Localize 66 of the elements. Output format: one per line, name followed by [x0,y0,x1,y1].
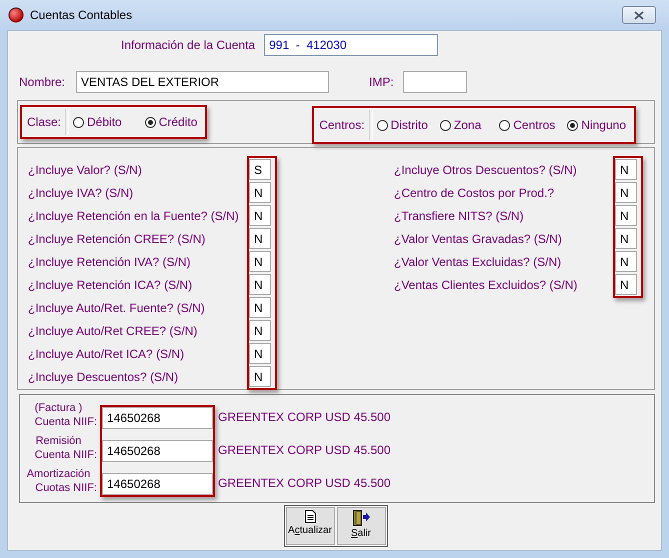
update-button[interactable]: Actualizar [286,507,334,545]
flag-label: ¿Incluye Auto/Ret ICA? (S/N) [28,346,184,360]
flag-field[interactable]: N [249,343,271,364]
niif-label: Cuenta NIIF: [34,414,97,428]
door-arrow-icon [352,510,370,526]
flag-label: ¿Incluye Otros Descuentos? (S/N) [394,162,577,176]
flag-field[interactable]: N [249,251,271,272]
imp-field[interactable] [402,71,467,93]
flag-label: ¿Incluye IVA? (S/N) [28,186,134,200]
flag-label: ¿Incluye Valor? (S/N) [28,162,142,176]
flag-label: ¿Incluye Retención en la Fuente? (S/N) [28,208,239,222]
flag-field[interactable]: N [615,228,637,249]
flag-label: ¿Incluye Retención IVA? (S/N) [28,254,191,268]
account-description: GREENTEX CORP USD 45.500 [218,410,391,424]
account-label: Información de la Cuenta [121,38,256,52]
flag-field[interactable]: N [249,297,271,318]
radio-option[interactable]: Distrito [376,118,428,132]
niif-label: (Factura ) [34,400,82,414]
flag-field[interactable]: N [249,320,271,341]
flag-field[interactable]: N [249,228,271,249]
flag-field[interactable]: N [249,182,271,203]
flag-label: ¿Incluye Retención CREE? (S/N) [28,232,206,246]
flag-field[interactable]: N [249,366,271,387]
radio-option[interactable]: Ninguno [567,118,626,132]
flag-label: ¿Incluye Descuentos? (S/N) [28,370,178,384]
niif-label: Amortización [26,466,90,480]
radio-option[interactable]: Centros [499,118,556,132]
flag-label: ¿Incluye Auto/Ret. Fuente? (S/N) [28,300,205,314]
flag-label: ¿Transfiere NITS? (S/N) [394,208,524,222]
radio-option[interactable]: Crédito [144,115,198,129]
flag-field[interactable]: N [615,251,637,272]
niif-label: Cuotas NIIF: [35,480,97,494]
flag-field[interactable]: N [249,205,271,226]
group-label: Centros: [319,118,365,132]
document-icon [304,510,316,523]
account-field[interactable]: 991 - 412030 [264,34,438,56]
flag-label: ¿Incluye Retención ICA? (S/N) [28,278,192,292]
flag-label: ¿Centro de Costos por Prod.? [394,186,554,200]
flag-label: ¿Incluye Auto/Ret CREE? (S/N) [28,324,198,338]
group-label: Clase: [27,115,62,129]
account-description: GREENTEX CORP USD 45.500 [218,442,391,456]
flag-label: ¿Valor Ventas Excluidas? (S/N) [394,254,562,268]
flag-field[interactable]: N [615,274,637,295]
niif-account-field[interactable]: 14650268 [102,407,213,429]
close-icon [634,10,644,20]
account-description: GREENTEX CORP USD 45.500 [218,476,391,490]
flag-field[interactable]: S [249,159,271,180]
radio-option[interactable]: Zona [440,118,482,132]
flag-field[interactable]: N [615,159,637,180]
niif-account-field[interactable]: 14650268 [102,440,213,462]
close-button[interactable] [622,6,656,24]
flag-label: ¿Ventas Clientes Excluidos? (S/N) [394,278,578,292]
imp-label: IMP: [369,75,394,89]
window-title: Cuentas Contables [30,8,134,22]
niif-label: Cuenta NIIF: [34,448,97,462]
name-field[interactable]: VENTAS DEL EXTERIOR [76,71,330,93]
niif-label: Remisión [36,434,82,448]
flag-field[interactable]: N [615,182,637,203]
niif-account-field[interactable]: 14650268 [102,473,213,495]
flag-field[interactable]: N [615,205,637,226]
flag-label: ¿Valor Ventas Gravadas? (S/N) [394,232,562,246]
flag-field[interactable]: N [249,274,271,295]
name-label: Nombre: [19,75,66,89]
radio-option[interactable]: Débito [73,115,122,129]
exit-button[interactable]: Salir [336,507,386,545]
app-icon [8,7,24,23]
